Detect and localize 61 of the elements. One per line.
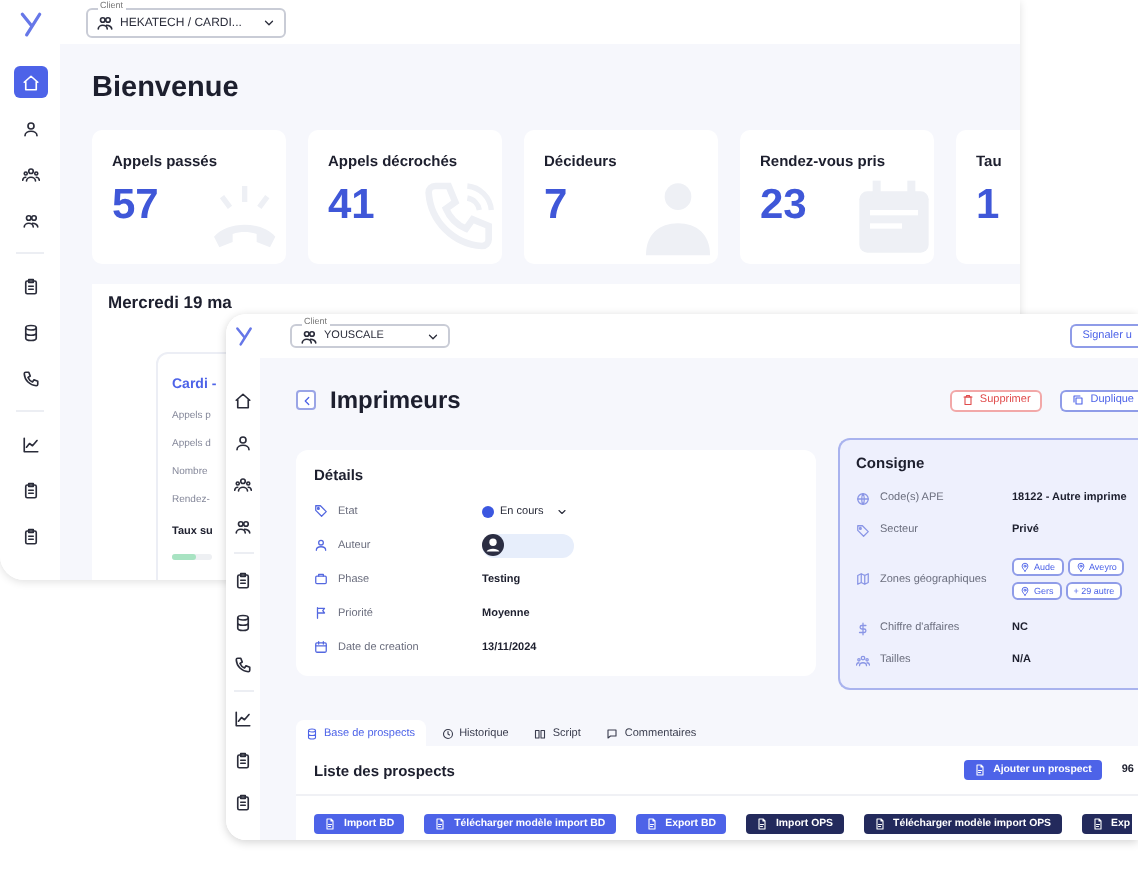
book-icon [534,727,547,739]
line-chart-icon [21,435,39,453]
user-icon [234,433,252,451]
page-title: Imprimeurs [330,386,461,414]
file-icon [645,818,658,830]
people-icon [234,517,252,535]
chevron-down-icon [426,329,440,343]
phone-icon [234,655,252,673]
chevron-down-icon [555,505,568,517]
stat-value: 23 [760,182,809,230]
clipboard-icon [21,481,39,499]
day-heading: Mercredi 19 ma [108,292,232,312]
stat-value: 57 [112,182,161,230]
file-icon [973,764,986,776]
chevron-left-icon [299,393,313,407]
database-icon [306,727,318,739]
group-icon [234,475,252,493]
dollar-icon [856,621,870,635]
file-icon [324,818,336,830]
home-icon [21,73,39,91]
group-icon [21,165,39,183]
logo-icon [17,10,43,38]
tag-icon [314,504,328,518]
file-icon [1091,818,1104,830]
phone-icon [21,369,39,387]
database-icon [21,323,39,341]
avatar-icon [482,534,504,556]
clipboard-icon [234,571,252,589]
stat-value: 41 [328,182,377,230]
globe-icon [856,491,870,505]
map-icon [856,572,870,586]
home-icon [234,391,252,409]
database-icon [234,613,252,631]
stat-value: 7 [544,182,570,230]
trash-icon [961,394,974,406]
clock-icon [441,727,454,739]
file-icon [434,818,447,830]
tag-icon [856,523,870,537]
clipboard-icon [234,793,252,811]
clipboard-icon [234,751,252,769]
line-chart-icon [234,709,252,727]
logo-icon [233,324,253,348]
copy-icon [1072,394,1085,406]
page-title: Bienvenue [92,70,241,106]
people-icon [96,14,114,32]
briefcase-icon [314,572,328,586]
user-icon [21,119,39,137]
calendar-icon [314,640,328,654]
clipboard-icon [21,277,39,295]
people-icon [300,327,318,345]
user-icon [314,538,328,552]
people-icon [21,211,39,229]
stat-value: 1 [976,182,1002,230]
group-icon [856,653,870,667]
back-button[interactable] [296,390,316,410]
file-icon [873,818,886,830]
chevron-down-icon [262,16,276,30]
comment-icon [606,727,619,739]
file-icon [755,818,768,830]
clipboard-icon [21,527,39,545]
flag-icon [314,606,328,620]
